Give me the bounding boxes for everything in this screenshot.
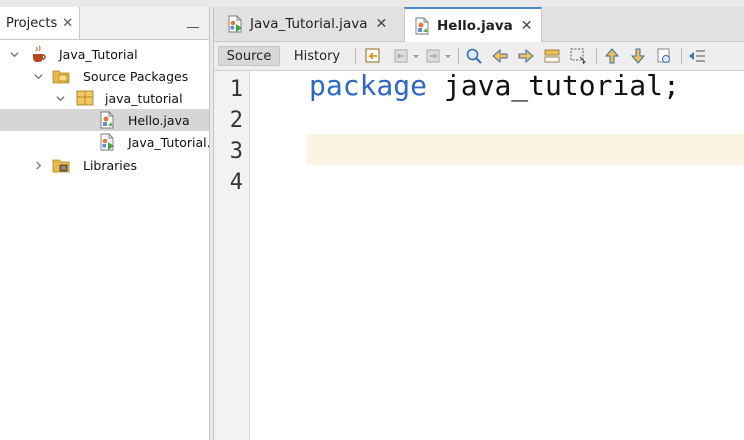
java-file-icon xyxy=(100,111,114,129)
libraries-icon xyxy=(52,159,70,173)
tree-item-label: Java_Tutorial xyxy=(59,46,138,62)
coffee-cup-icon xyxy=(33,45,46,62)
last-edit-icon[interactable] xyxy=(364,47,382,65)
find-next-icon[interactable] xyxy=(517,47,535,65)
toolbar-separator xyxy=(596,48,597,64)
tree-item-java-tutorial-project[interactable]: Java_Tutorial xyxy=(0,43,209,65)
toggle-bookmark-icon[interactable] xyxy=(655,47,673,65)
close-icon[interactable]: ✕ xyxy=(62,16,73,31)
editor-pane: Java_Tutorial.java ✕ Hello.java ✕ Source… xyxy=(213,7,744,440)
java-main-file-icon xyxy=(228,15,242,33)
tree-item-label: Libraries xyxy=(83,157,137,173)
source-packages-icon xyxy=(52,70,70,84)
tab-java-tutorial-java[interactable]: Java_Tutorial.java ✕ xyxy=(220,7,393,41)
forward-dropdown-icon[interactable] xyxy=(443,47,453,65)
package-name: java_tutorial; xyxy=(427,69,680,102)
previous-bookmark-icon[interactable] xyxy=(603,47,621,65)
history-button[interactable]: History xyxy=(286,46,348,66)
line-number: 3 xyxy=(229,139,243,164)
tree-item-label: Java_Tutorial.java xyxy=(128,134,209,150)
toolbar-separator xyxy=(355,48,356,64)
java-file-icon xyxy=(415,17,429,34)
toggle-highlight-icon[interactable] xyxy=(543,47,561,65)
tab-label: Java_Tutorial.java xyxy=(250,16,368,32)
tree-item-label: java_tutorial xyxy=(105,90,183,106)
editor-toolbar: Source History xyxy=(214,42,744,71)
tree-item-hello-java[interactable]: Hello.java xyxy=(0,109,209,131)
close-icon[interactable]: ✕ xyxy=(375,16,387,32)
java-main-file-icon xyxy=(100,133,114,151)
tab-hello-java[interactable]: Hello.java ✕ xyxy=(404,7,542,42)
tab-label: Hello.java xyxy=(437,17,513,34)
shift-left-icon[interactable] xyxy=(688,47,706,65)
forward-icon[interactable] xyxy=(424,47,442,65)
chevron-down-icon[interactable] xyxy=(56,94,65,103)
chevron-right-icon[interactable] xyxy=(34,161,43,170)
chevron-down-icon[interactable] xyxy=(34,72,43,81)
find-previous-icon[interactable] xyxy=(491,47,509,65)
rectangular-selection-icon[interactable] xyxy=(569,47,587,65)
tree-item-label: Source Packages xyxy=(83,68,189,84)
tree-item-java-tutorial-java[interactable]: Java_Tutorial.java xyxy=(0,131,209,153)
toolbar-separator xyxy=(458,48,459,64)
search-icon[interactable] xyxy=(465,47,483,65)
tree-item-label: Hello.java xyxy=(128,112,190,128)
back-icon[interactable] xyxy=(392,47,410,65)
close-icon[interactable]: ✕ xyxy=(521,18,533,34)
line-number-gutter: 1 2 3 4 xyxy=(214,71,250,440)
line-number: 4 xyxy=(229,170,243,195)
projects-tab-label: Projects xyxy=(6,15,58,31)
line-number: 2 xyxy=(229,108,243,133)
tree-item-source-packages[interactable]: Source Packages xyxy=(0,65,209,87)
toolbar-separator xyxy=(681,48,682,64)
source-button[interactable]: Source xyxy=(218,46,280,66)
chevron-down-icon[interactable] xyxy=(10,50,19,59)
current-line-highlight xyxy=(307,134,744,165)
projects-panel-header: Projects ✕ xyxy=(0,7,209,40)
line-number: 1 xyxy=(229,77,243,102)
tree-item-java-tutorial-package[interactable]: java_tutorial xyxy=(0,87,209,109)
code-line-1: package java_tutorial; xyxy=(309,69,680,102)
package-icon xyxy=(76,90,94,106)
projects-panel: Projects ✕ Java_Tutorial Source Packages xyxy=(0,7,210,440)
back-dropdown-icon[interactable] xyxy=(411,47,421,65)
minimize-icon[interactable] xyxy=(187,19,199,28)
editor-tab-bar: Java_Tutorial.java ✕ Hello.java ✕ xyxy=(214,7,744,42)
projects-tab[interactable]: Projects ✕ xyxy=(0,7,81,39)
code-editor[interactable]: 1 2 3 4 package java_tutorial; xyxy=(214,69,744,440)
next-bookmark-icon[interactable] xyxy=(629,47,647,65)
package-keyword: package xyxy=(309,69,428,102)
tree-item-libraries[interactable]: Libraries xyxy=(0,154,209,176)
